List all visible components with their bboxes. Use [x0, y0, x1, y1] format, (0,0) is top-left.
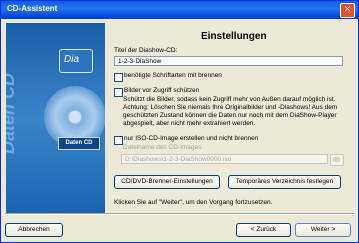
fonts-checkbox[interactable]	[114, 73, 123, 82]
dia-icon: Dia	[59, 49, 93, 73]
side-banner: Daten CD Dia Daten CD	[6, 23, 105, 213]
fonts-option-label: benötigte Schriftarten mit brennen	[124, 72, 222, 79]
title-bar[interactable]: CD-Assistent ✕	[1, 1, 358, 19]
folder-icon[interactable]	[330, 154, 344, 166]
protect-checkbox[interactable]	[114, 88, 123, 97]
page-title: Einstellungen	[201, 31, 267, 42]
iso-checkbox[interactable]	[114, 136, 123, 145]
protect-desc-line-3: geschützten Zustand können die Daten nur…	[123, 112, 337, 119]
wizard-window: CD-Assistent ✕ Daten CD Dia Daten CD Ein…	[0, 0, 359, 243]
footer-separator	[5, 213, 354, 215]
protect-desc-line-2: Achtung: Löschen Sie niemals Ihre Origin…	[123, 104, 338, 111]
folder-glyph	[333, 157, 340, 162]
protect-desc-line-1: Schützt die Bilder, sodass kein Zugriff …	[123, 96, 336, 103]
hint-text: Klicken Sie auf "Weiter", um den Vorgang…	[114, 199, 273, 206]
iso-option-label: nur ISO-CD-Image erstellen und nicht bre…	[124, 135, 259, 142]
close-icon[interactable]: ✕	[340, 3, 355, 18]
title-label: Titel der Diashow-CD:	[114, 47, 178, 54]
cd-label: Daten CD	[58, 137, 100, 150]
protect-option-label: Bilder vor Zugriff schützen	[124, 87, 200, 94]
burner-settings-button[interactable]: CD/DVD-Brenner-Einstellungen	[114, 175, 220, 189]
next-button[interactable]: Weiter >	[295, 223, 351, 237]
protect-desc-line-4: abgespielt, aber nicht mehr extrahiert w…	[123, 120, 256, 127]
dia-label: Dia	[64, 54, 80, 65]
title-input[interactable]: 1-2-3-DiaShow	[114, 56, 343, 66]
image-path-input[interactable]: D:\Diashows\1-2-3-DiaShow0000.iso	[121, 154, 328, 164]
side-vertical-text: Daten CD	[6, 72, 19, 155]
window-title: CD-Assistent	[7, 4, 58, 13]
temp-dir-button[interactable]: Temporäres Verzeichnis festlegen	[228, 175, 341, 189]
cancel-button[interactable]: Abbrechen	[5, 223, 63, 237]
back-button[interactable]: < Zurück	[236, 223, 291, 237]
image-label: Dateiname des CD-Images	[123, 144, 202, 151]
